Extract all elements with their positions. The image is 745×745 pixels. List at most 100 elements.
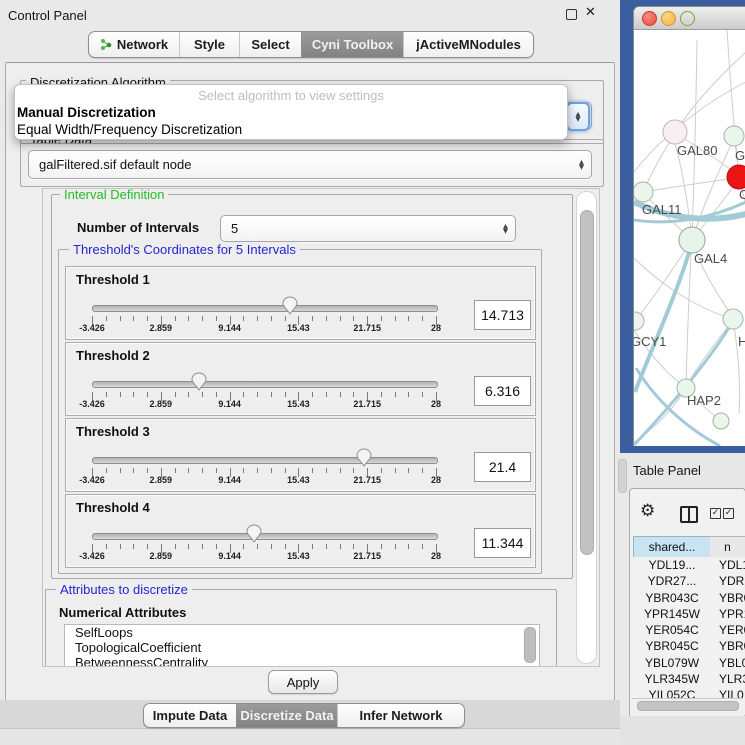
table-hscrollbar-thumb[interactable]: [637, 701, 739, 711]
split-columns-icon[interactable]: [680, 506, 698, 523]
table-data-combobox[interactable]: galFiltered.sif default node ▲▼: [28, 150, 592, 179]
top-tab-bar: Network Style Select Cyni Toolbox jActiv…: [88, 31, 534, 58]
apply-button-label: Apply: [287, 675, 320, 690]
table-row[interactable]: YDL19...YDL1: [633, 557, 745, 573]
close-traffic-light[interactable]: [642, 11, 657, 26]
tab-infer-network[interactable]: Infer Network: [337, 704, 464, 727]
table-row[interactable]: YLR345WYLR3: [633, 671, 745, 687]
table-row[interactable]: YDR27...YDR2: [633, 573, 745, 589]
slider-tick-labels: -3.4262.8599.14415.4321.71528: [92, 323, 436, 335]
apply-button[interactable]: Apply: [268, 670, 338, 694]
network-node[interactable]: [679, 227, 705, 253]
network-node[interactable]: [713, 413, 729, 429]
tab-cyni-toolbox[interactable]: Cyni Toolbox: [301, 32, 403, 57]
attributes-groupbox: Attributes to discretize Numerical Attri…: [45, 589, 557, 667]
table-row[interactable]: YBR043CYBR0: [633, 590, 745, 606]
tab-jactivemnodules-label: jActiveMNodules: [416, 37, 521, 52]
zoom-traffic-light[interactable]: [680, 11, 695, 26]
slider-tick-labels: -3.4262.8599.14415.4321.71528: [92, 399, 436, 411]
threshold-slider-thumb[interactable]: [282, 296, 298, 315]
threshold-value-field[interactable]: 21.4: [474, 452, 531, 482]
threshold-slider-track[interactable]: [92, 305, 438, 312]
number-of-intervals-combobox[interactable]: 5 ▲▼: [220, 215, 516, 242]
network-node[interactable]: [663, 120, 687, 144]
tab-network-label: Network: [117, 37, 168, 52]
minimize-traffic-light[interactable]: [661, 11, 676, 26]
tab-network[interactable]: Network: [89, 32, 179, 57]
tab-style[interactable]: Style: [179, 32, 239, 57]
node-label: GAL11: [642, 202, 682, 217]
table-panel: ⚙ ✓ ✓ shared... n YDL19...YDL1YDR27...YD…: [629, 488, 745, 718]
interval-definition-title: Interval Definition: [60, 188, 168, 202]
tab-infer-network-label: Infer Network: [359, 708, 442, 723]
threshold-value-field[interactable]: 14.713: [474, 300, 531, 330]
app-root: Control Panel ✕ Network Style Select Cyn…: [0, 0, 745, 745]
network-node[interactable]: [634, 182, 653, 202]
list-scrollbar-thumb[interactable]: [524, 627, 536, 663]
network-window-titlebar[interactable]: [634, 7, 745, 30]
node-label: GAL80: [677, 143, 717, 158]
threshold-slider-track[interactable]: [92, 381, 438, 388]
threshold-slider-thumb[interactable]: [246, 524, 262, 543]
threshold-panel: Threshold 1 -3.4262.8599.14415.4321.7152…: [65, 266, 536, 340]
popup-option-equal-width-frequency[interactable]: Equal Width/Frequency Discretization: [17, 122, 242, 137]
node-label: GA: [735, 148, 745, 163]
table-row[interactable]: YER054CYER0: [633, 622, 745, 638]
network-node[interactable]: [634, 312, 644, 330]
threshold-label: Threshold 4: [76, 500, 150, 515]
stepper-arrows-icon: ▲▼: [503, 224, 508, 234]
threshold-slider-track[interactable]: [92, 533, 438, 540]
numeric-attribute-item[interactable]: BetweennessCentrality: [65, 655, 539, 667]
numerical-attributes-list[interactable]: SelfLoopsTopologicalCoefficientBetweenne…: [64, 624, 540, 667]
algorithm-dropdown-popup: Select algorithm to view settings Manual…: [14, 84, 568, 140]
node-label: C: [739, 187, 745, 202]
network-node[interactable]: [724, 126, 744, 146]
panel-divider-handle[interactable]: [618, 459, 627, 493]
threshold-value-field[interactable]: 11.344: [474, 528, 531, 558]
threshold-slider-thumb[interactable]: [356, 448, 372, 467]
threshold-value-field[interactable]: 6.316: [474, 376, 531, 406]
numeric-attribute-item[interactable]: SelfLoops: [65, 625, 539, 640]
float-window-icon[interactable]: [566, 9, 577, 20]
tab-impute-data-label: Impute Data: [153, 708, 227, 723]
table-data-value: galFiltered.sif default node: [29, 157, 191, 172]
tab-style-label: Style: [194, 37, 225, 52]
tab-impute-data[interactable]: Impute Data: [144, 704, 236, 727]
numerical-attributes-label: Numerical Attributes: [59, 605, 186, 620]
threshold-label: Threshold 1: [76, 272, 150, 287]
checkbox-icon[interactable]: ✓: [723, 508, 734, 519]
tab-discretize-data[interactable]: Discretize Data: [236, 704, 337, 727]
table-row[interactable]: YPR145WYPR1: [633, 606, 745, 622]
table-row[interactable]: YBR045CYBR0: [633, 638, 745, 654]
network-canvas[interactable]: GAL80GACGAL11GAL4GCY1HHAP2: [634, 30, 745, 446]
tab-jactivemnodules[interactable]: jActiveMNodules: [403, 32, 533, 57]
threshold-panel: Threshold 3 -3.4262.8599.14415.4321.7152…: [65, 418, 536, 492]
gear-icon[interactable]: ⚙: [640, 501, 655, 521]
checkbox-icon[interactable]: ✓: [710, 508, 721, 519]
table-hscrollbar-track[interactable]: [632, 698, 743, 711]
number-of-intervals-value: 5: [221, 221, 238, 236]
interval-definition-groupbox: Interval Definition Number of Intervals …: [51, 194, 573, 579]
column-header-name[interactable]: n: [710, 536, 745, 558]
node-label: GCY1: [634, 334, 666, 349]
numeric-attribute-item[interactable]: TopologicalCoefficient: [65, 640, 539, 655]
column-header-shared[interactable]: shared...: [633, 536, 711, 558]
table-row[interactable]: YIL052CYIL0: [633, 687, 745, 698]
network-node[interactable]: [723, 309, 743, 329]
slider-tick-labels: -3.4262.8599.14415.4321.71528: [92, 551, 436, 563]
bottom-strip: [0, 728, 620, 745]
popup-option-manual-discretization[interactable]: Manual Discretization: [17, 105, 156, 120]
threshold-slider-thumb[interactable]: [191, 372, 207, 391]
close-icon[interactable]: ✕: [585, 5, 596, 20]
viewport-scrollbar-track[interactable]: [576, 191, 597, 664]
tab-select[interactable]: Select: [239, 32, 301, 57]
algorithm-combobox-stepper[interactable]: ▲▼: [566, 102, 590, 131]
network-view-window[interactable]: GAL80GACGAL11GAL4GCY1HHAP2: [633, 6, 745, 446]
threshold-label: Threshold 2: [76, 348, 150, 363]
panel-title: Control Panel: [8, 8, 87, 23]
threshold-slider-track[interactable]: [92, 457, 438, 464]
viewport-scrollbar-thumb[interactable]: [580, 210, 594, 555]
table-row[interactable]: YBL079WYBL0: [633, 655, 745, 671]
tab-select-label: Select: [251, 37, 289, 52]
node-label: HAP2: [687, 393, 721, 408]
